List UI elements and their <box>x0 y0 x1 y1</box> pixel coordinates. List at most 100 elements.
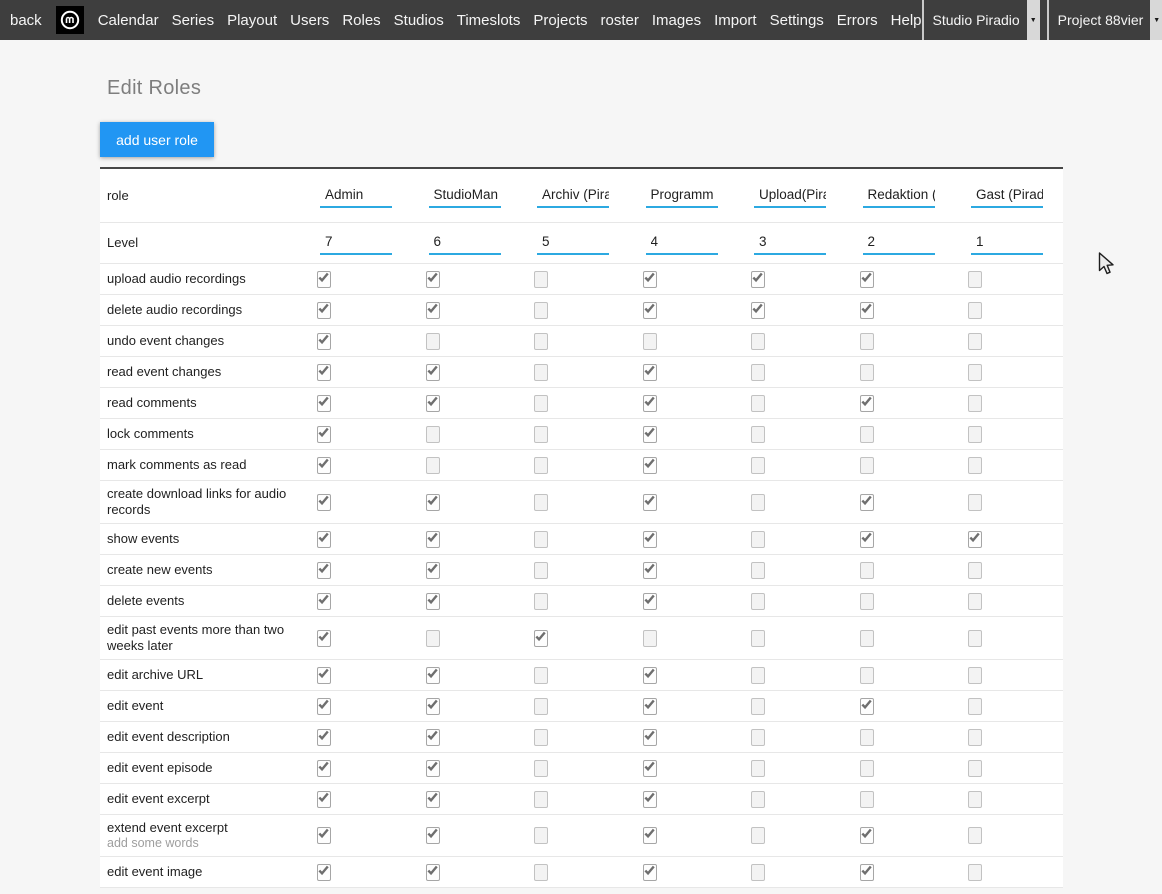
permission-checkbox[interactable] <box>643 593 657 610</box>
permission-checkbox[interactable] <box>860 698 874 715</box>
permission-checkbox[interactable] <box>317 302 331 319</box>
permission-checkbox[interactable] <box>317 864 331 881</box>
permission-checkbox[interactable] <box>643 827 657 844</box>
permission-checkbox[interactable] <box>860 457 874 474</box>
permission-checkbox[interactable] <box>860 494 874 511</box>
permission-checkbox[interactable] <box>534 698 548 715</box>
permission-checkbox[interactable] <box>317 760 331 777</box>
permission-checkbox[interactable] <box>751 395 765 412</box>
permission-checkbox[interactable] <box>534 457 548 474</box>
nav-item[interactable]: Roles <box>342 12 380 29</box>
permission-checkbox[interactable] <box>534 426 548 443</box>
permission-checkbox[interactable] <box>968 364 982 381</box>
permission-checkbox[interactable] <box>860 667 874 684</box>
role-name-input[interactable] <box>863 184 935 208</box>
nav-item[interactable]: Series <box>172 12 215 29</box>
permission-checkbox[interactable] <box>534 271 548 288</box>
permission-checkbox[interactable] <box>968 593 982 610</box>
permission-checkbox[interactable] <box>534 395 548 412</box>
nav-item[interactable]: roster <box>601 12 639 29</box>
permission-checkbox[interactable] <box>534 494 548 511</box>
permission-checkbox[interactable] <box>317 426 331 443</box>
permission-checkbox[interactable] <box>968 698 982 715</box>
permission-checkbox[interactable] <box>751 494 765 511</box>
permission-checkbox[interactable] <box>751 333 765 350</box>
nav-item[interactable]: Studios <box>394 12 444 29</box>
permission-checkbox[interactable] <box>426 271 440 288</box>
permission-checkbox[interactable] <box>534 562 548 579</box>
permission-checkbox[interactable] <box>860 562 874 579</box>
permission-checkbox[interactable] <box>317 791 331 808</box>
permission-checkbox[interactable] <box>860 395 874 412</box>
permission-checkbox[interactable] <box>751 426 765 443</box>
permission-checkbox[interactable] <box>751 562 765 579</box>
role-name-input[interactable] <box>754 184 826 208</box>
role-level-input[interactable] <box>646 231 718 255</box>
nav-item[interactable]: Users <box>290 12 329 29</box>
permission-checkbox[interactable] <box>968 395 982 412</box>
permission-checkbox[interactable] <box>317 271 331 288</box>
permission-checkbox[interactable] <box>751 630 765 647</box>
permission-checkbox[interactable] <box>860 364 874 381</box>
permission-checkbox[interactable] <box>860 333 874 350</box>
permission-checkbox[interactable] <box>426 302 440 319</box>
permission-checkbox[interactable] <box>968 531 982 548</box>
permission-checkbox[interactable] <box>643 760 657 777</box>
permission-checkbox[interactable] <box>534 667 548 684</box>
permission-checkbox[interactable] <box>751 364 765 381</box>
permission-checkbox[interactable] <box>860 729 874 746</box>
permission-checkbox[interactable] <box>426 630 440 647</box>
nav-item[interactable]: Help <box>891 12 922 29</box>
permission-checkbox[interactable] <box>426 531 440 548</box>
nav-item[interactable]: Projects <box>533 12 587 29</box>
permission-checkbox[interactable] <box>534 364 548 381</box>
permission-checkbox[interactable] <box>643 791 657 808</box>
permission-checkbox[interactable] <box>968 864 982 881</box>
permission-checkbox[interactable] <box>860 630 874 647</box>
permission-checkbox[interactable] <box>968 791 982 808</box>
role-level-input[interactable] <box>754 231 826 255</box>
nav-item[interactable]: Settings <box>770 12 824 29</box>
permission-checkbox[interactable] <box>317 494 331 511</box>
permission-checkbox[interactable] <box>426 395 440 412</box>
permission-checkbox[interactable] <box>534 827 548 844</box>
role-name-input[interactable] <box>320 184 392 208</box>
permission-checkbox[interactable] <box>317 667 331 684</box>
permission-checkbox[interactable] <box>968 426 982 443</box>
role-level-input[interactable] <box>971 231 1043 255</box>
permission-checkbox[interactable] <box>968 302 982 319</box>
permission-checkbox[interactable] <box>534 791 548 808</box>
studio-dropdown-button[interactable]: ▼ <box>1027 0 1040 40</box>
permission-checkbox[interactable] <box>643 698 657 715</box>
permission-checkbox[interactable] <box>317 698 331 715</box>
permission-checkbox[interactable] <box>426 791 440 808</box>
permission-checkbox[interactable] <box>534 302 548 319</box>
permission-checkbox[interactable] <box>534 729 548 746</box>
permission-checkbox[interactable] <box>968 827 982 844</box>
permission-checkbox[interactable] <box>751 791 765 808</box>
permission-checkbox[interactable] <box>643 494 657 511</box>
permission-checkbox[interactable] <box>860 593 874 610</box>
permission-checkbox[interactable] <box>643 630 657 647</box>
back-link[interactable]: back <box>10 12 42 29</box>
permission-checkbox[interactable] <box>317 531 331 548</box>
permission-checkbox[interactable] <box>643 271 657 288</box>
permission-checkbox[interactable] <box>426 667 440 684</box>
permission-checkbox[interactable] <box>643 729 657 746</box>
permission-checkbox[interactable] <box>860 760 874 777</box>
permission-checkbox[interactable] <box>317 630 331 647</box>
permission-checkbox[interactable] <box>534 630 548 647</box>
permission-checkbox[interactable] <box>968 271 982 288</box>
permission-checkbox[interactable] <box>751 729 765 746</box>
permission-checkbox[interactable] <box>860 302 874 319</box>
permission-checkbox[interactable] <box>643 302 657 319</box>
permission-checkbox[interactable] <box>751 457 765 474</box>
permission-checkbox[interactable] <box>426 729 440 746</box>
permission-checkbox[interactable] <box>534 760 548 777</box>
permission-checkbox[interactable] <box>426 864 440 881</box>
add-user-role-button[interactable]: add user role <box>100 122 214 157</box>
permission-checkbox[interactable] <box>860 864 874 881</box>
permission-checkbox[interactable] <box>751 302 765 319</box>
permission-checkbox[interactable] <box>643 562 657 579</box>
permission-checkbox[interactable] <box>968 630 982 647</box>
